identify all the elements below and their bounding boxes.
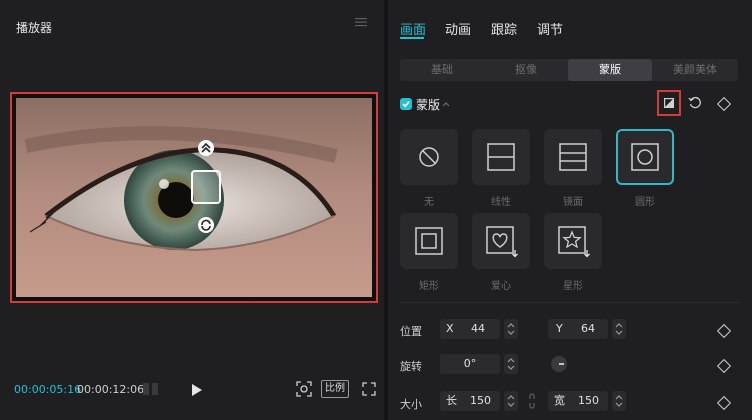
linear-mask-icon	[487, 143, 515, 171]
mask-enable-checkbox[interactable]	[400, 98, 412, 110]
stepper-arrows-icon	[507, 323, 515, 335]
mask-label-linear: 线性	[491, 197, 511, 208]
rotation-label: 旋转	[400, 360, 422, 373]
mask-label-mirror: 镜面	[563, 197, 583, 208]
subtab-beauty[interactable]: 美颜美体	[652, 59, 738, 81]
tab-animation[interactable]: 动画	[445, 19, 471, 38]
position-y-field[interactable]: Y 64	[548, 319, 608, 339]
time-current: 00:00:05:16	[14, 383, 82, 396]
properties-panel: 画面 动画 跟踪 调节 基础 抠像 蒙版 美颜美体 蒙版 无 线性 镜面 圆形 …	[388, 0, 752, 420]
position-y-value: 64	[581, 322, 595, 335]
position-label: 位置	[400, 325, 422, 338]
rotation-dial-icon[interactable]	[550, 355, 568, 373]
video-viewer[interactable]	[10, 92, 378, 303]
menu-icon[interactable]	[354, 15, 368, 29]
collapse-chevron-icon[interactable]	[442, 101, 450, 107]
section-divider	[400, 302, 740, 303]
rotate-handle-icon[interactable]	[197, 216, 215, 234]
tab-adjust[interactable]: 调节	[537, 19, 563, 38]
size-height-field[interactable]: 宽 150	[548, 391, 608, 411]
position-x-field[interactable]: X 44	[440, 319, 500, 339]
time-total: 00:00:12:06	[77, 383, 145, 396]
mask-option-circle[interactable]	[616, 129, 674, 185]
mask-label-heart: 爱心	[491, 281, 511, 292]
heart-mask-icon	[486, 226, 518, 258]
mask-label-none: 无	[424, 197, 434, 208]
mask-handle[interactable]	[191, 170, 221, 204]
video-frame	[16, 98, 372, 297]
feather-handle-icon[interactable]	[197, 139, 215, 157]
stepper-arrows-icon	[615, 395, 623, 407]
stepper-arrows-icon	[615, 323, 623, 335]
position-x-label: X	[446, 322, 454, 335]
mask-section-label: 蒙版	[416, 98, 441, 112]
tab-picture[interactable]: 画面	[400, 19, 426, 38]
position-x-value: 44	[471, 322, 485, 335]
mask-label-star: 星形	[563, 281, 583, 292]
mask-option-heart[interactable]	[472, 213, 530, 269]
focus-zoom-icon[interactable]	[296, 381, 312, 397]
timeline-grid-icon[interactable]	[142, 382, 160, 396]
mirror-mask-icon	[559, 143, 587, 171]
stepper-arrows-icon	[507, 395, 515, 407]
mask-option-mirror[interactable]	[544, 129, 602, 185]
fullscreen-icon[interactable]	[362, 382, 376, 396]
circle-mask-icon	[631, 143, 659, 171]
subtab-mask[interactable]: 蒙版	[568, 59, 652, 81]
ratio-button[interactable]: 比例	[321, 380, 349, 398]
star-mask-icon	[558, 226, 590, 258]
keyframe-diamond-icon[interactable]	[716, 96, 732, 112]
reset-icon[interactable]	[688, 96, 702, 110]
position-y-label: Y	[556, 322, 563, 335]
subtab-bar: 基础 抠像 蒙版 美颜美体	[400, 59, 738, 81]
rotation-keyframe-icon[interactable]	[716, 358, 732, 374]
invert-mask-button[interactable]	[657, 90, 681, 116]
rectangle-mask-icon	[415, 227, 443, 255]
stepper-arrows-icon	[507, 358, 515, 370]
tab-tracking[interactable]: 跟踪	[491, 19, 517, 38]
size-width-field[interactable]: 长 150	[440, 391, 500, 411]
position-x-stepper[interactable]	[504, 319, 518, 339]
size-label: 大小	[400, 398, 422, 411]
position-keyframe-icon[interactable]	[716, 323, 732, 339]
play-icon[interactable]	[191, 383, 203, 397]
size-height-stepper[interactable]	[612, 391, 626, 411]
link-ratio-icon[interactable]	[527, 393, 537, 409]
size-height-label: 宽	[554, 394, 565, 407]
mask-label-rectangle: 矩形	[419, 281, 439, 292]
mask-option-rectangle[interactable]	[400, 213, 458, 269]
none-circle-icon	[419, 147, 439, 167]
rotation-field[interactable]: 0°	[440, 354, 500, 374]
size-width-value: 150	[470, 394, 491, 407]
mask-option-star[interactable]	[544, 213, 602, 269]
size-height-value: 150	[578, 394, 599, 407]
player-title: 播放器	[16, 21, 53, 35]
size-width-label: 长	[446, 394, 457, 407]
player-panel: 播放器 00:00:05:16 00:00:12:06 比例	[0, 0, 384, 420]
mask-label-circle: 圆形	[635, 197, 655, 208]
size-keyframe-icon[interactable]	[716, 395, 732, 411]
subtab-basic[interactable]: 基础	[400, 59, 484, 81]
size-width-stepper[interactable]	[504, 391, 518, 411]
mask-option-linear[interactable]	[472, 129, 530, 185]
subtab-cutout[interactable]: 抠像	[484, 59, 568, 81]
tab-underline	[400, 37, 424, 39]
mask-option-none[interactable]	[400, 129, 458, 185]
invert-mask-icon	[664, 98, 674, 108]
position-y-stepper[interactable]	[612, 319, 626, 339]
rotation-stepper[interactable]	[504, 354, 518, 374]
